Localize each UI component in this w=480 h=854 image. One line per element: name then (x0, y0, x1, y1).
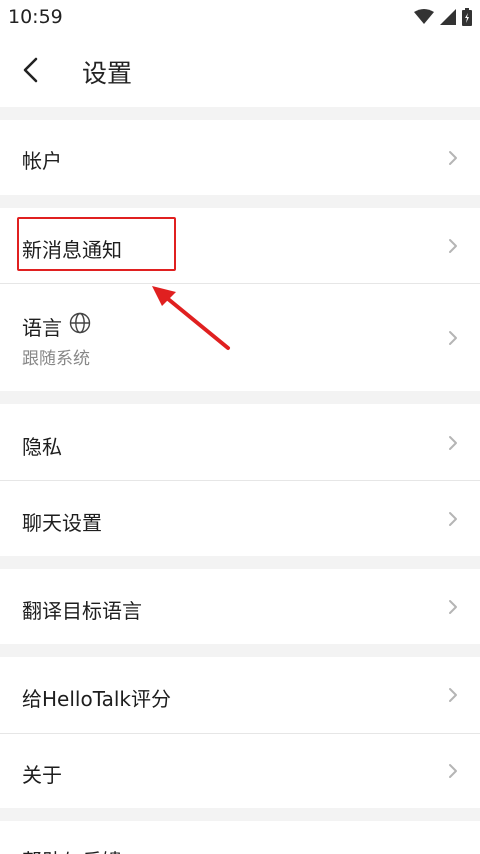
chevron-right-icon (449, 151, 457, 165)
settings-item-account[interactable]: 帐户 (0, 120, 480, 195)
section-separator (0, 556, 480, 569)
chevron-right-icon (449, 436, 457, 450)
settings-item-label: 帐户 (22, 149, 62, 173)
globe-icon (69, 312, 91, 334)
chevron-right-icon (449, 239, 457, 253)
back-button[interactable] (14, 52, 50, 88)
language-value: 跟随系统 (22, 349, 90, 369)
page-title: 设置 (82, 59, 133, 88)
chevron-right-icon (449, 331, 457, 345)
chevron-right-icon (449, 764, 457, 778)
settings-item-about[interactable]: 关于 (0, 734, 480, 808)
section-separator (0, 195, 480, 208)
chevron-left-icon (23, 57, 38, 83)
status-icons (414, 7, 472, 27)
status-bar: 10:59 (0, 0, 480, 34)
settings-item-language[interactable]: 语言 跟随系统 (0, 284, 480, 391)
section-separator (0, 391, 480, 404)
annotation-arrow (152, 286, 230, 350)
settings-item-translate-target[interactable]: 翻译目标语言 (0, 569, 480, 644)
settings-item-label: 聊天设置 (22, 511, 102, 535)
settings-item-label: 帮助与反馈 (22, 845, 122, 854)
wifi-icon (414, 9, 434, 24)
highlight-box (17, 217, 176, 271)
chevron-right-icon (449, 512, 457, 526)
chevron-right-icon (449, 688, 457, 702)
settings-item-privacy[interactable]: 隐私 (0, 404, 480, 480)
settings-item-rate-app[interactable]: 给HelloTalk评分 (0, 657, 480, 733)
battery-icon (462, 8, 472, 26)
section-separator (0, 808, 480, 821)
signal-icon (440, 9, 456, 25)
settings-item-help-feedback[interactable]: 帮助与反馈 (0, 821, 480, 854)
chevron-right-icon (449, 600, 457, 614)
settings-item-label: 给HelloTalk评分 (22, 687, 171, 711)
status-time: 10:59 (8, 6, 63, 28)
app-bar: 设置 (0, 34, 480, 107)
settings-item-label: 关于 (22, 763, 62, 787)
settings-item-chat[interactable]: 聊天设置 (0, 481, 480, 556)
settings-item-label: 语言 (22, 316, 62, 340)
settings-item-label: 翻译目标语言 (22, 599, 142, 623)
section-separator (0, 644, 480, 657)
settings-item-label: 隐私 (22, 435, 62, 459)
section-separator (0, 107, 480, 120)
